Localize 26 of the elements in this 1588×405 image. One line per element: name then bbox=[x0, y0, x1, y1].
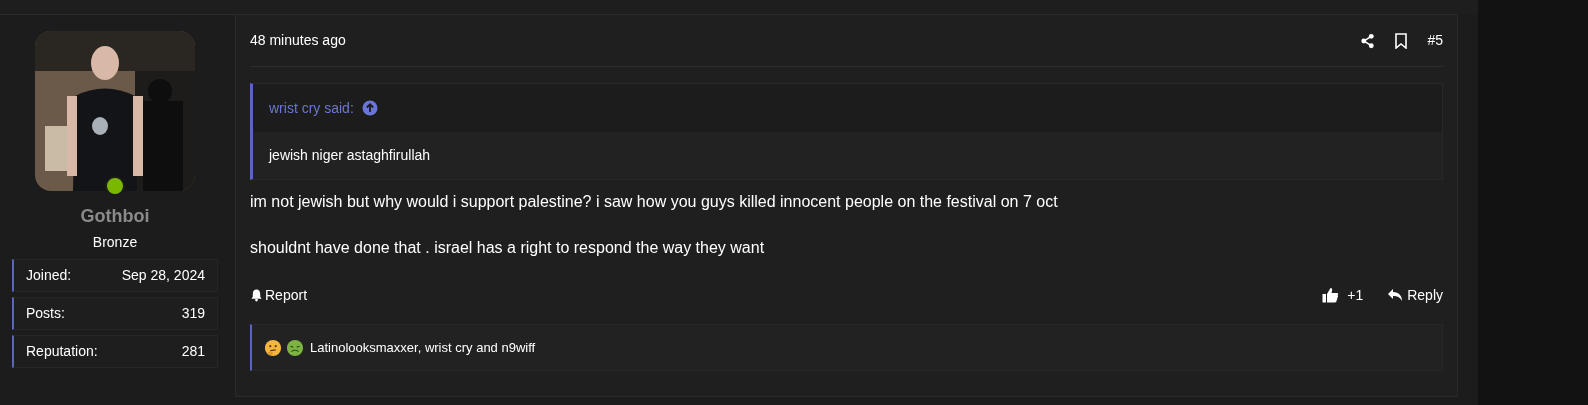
thinking-face-icon bbox=[264, 338, 282, 357]
stat-value: Sep 28, 2024 bbox=[121, 266, 205, 285]
like-button[interactable]: +1 bbox=[1322, 284, 1364, 306]
arrow-up-circle-icon[interactable] bbox=[361, 100, 378, 116]
stat-value: 281 bbox=[181, 342, 205, 361]
report-button[interactable]: Report bbox=[250, 284, 308, 306]
bookmark-icon[interactable] bbox=[1395, 32, 1408, 49]
username[interactable]: Gothboi bbox=[80, 203, 150, 230]
thumbs-up-icon bbox=[1322, 287, 1340, 303]
share-icon[interactable] bbox=[1360, 32, 1376, 49]
post-number[interactable]: #5 bbox=[1427, 30, 1443, 51]
stat-label: Joined: bbox=[26, 266, 72, 285]
stat-label: Reputation: bbox=[26, 342, 98, 361]
reply-button[interactable]: Reply bbox=[1387, 284, 1443, 306]
quote-text: jewish niger astaghfirullah bbox=[269, 146, 431, 165]
post-paragraph: shouldnt have done that . israel has a right to respond the way they want bbox=[250, 238, 766, 258]
stat-label: Posts: bbox=[26, 304, 65, 323]
reply-arrow-icon bbox=[1387, 288, 1404, 302]
bell-icon bbox=[250, 288, 263, 302]
post-time[interactable]: 48 minutes ago bbox=[250, 30, 346, 51]
quote-author[interactable]: wrist cry said: bbox=[269, 97, 354, 119]
nauseated-face-icon bbox=[286, 338, 304, 357]
post-paragraph: im not jewish but why would i support palestine? i saw how you guys killed innocent people on the festival on 7 oct bbox=[250, 192, 1059, 212]
user-rank: Bronze bbox=[92, 233, 138, 252]
reaction-users-link[interactable]: Latinolooksmaxxer, wrist cry and n9wiff bbox=[310, 337, 536, 358]
stat-value: 319 bbox=[181, 304, 205, 323]
